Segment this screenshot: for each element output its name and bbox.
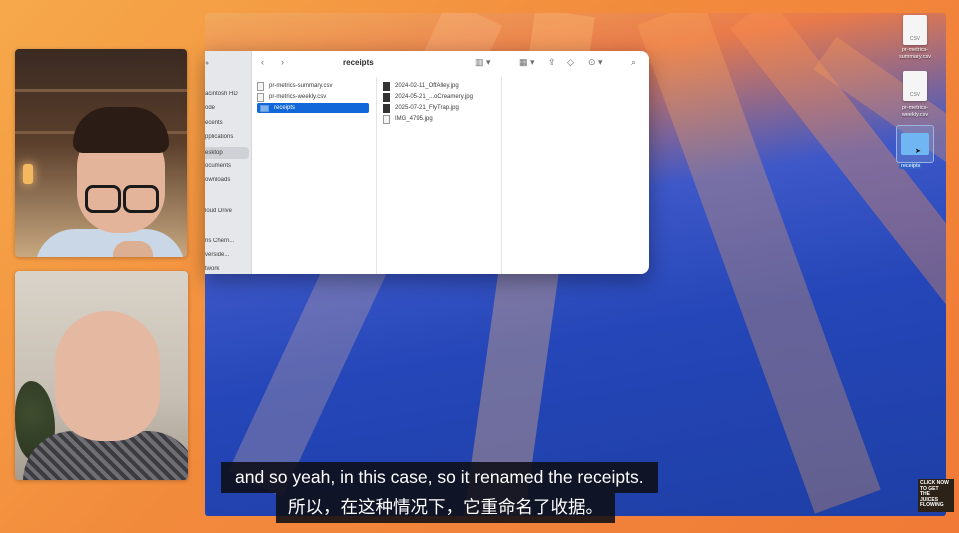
glasses-lens bbox=[123, 185, 159, 213]
document-icon bbox=[257, 92, 264, 102]
file-row[interactable]: 2025-07-21_FlyTrap.jpg bbox=[383, 103, 459, 113]
sidebar-item-home[interactable]: ode bbox=[205, 105, 249, 111]
file-row[interactable]: pr-metrics-weekly.csv bbox=[257, 92, 326, 102]
share-icon[interactable]: ⇪ bbox=[548, 57, 556, 68]
shelf bbox=[15, 89, 187, 92]
sidebar-item-riverside[interactable]: verside... bbox=[205, 252, 249, 258]
more-actions-icon[interactable]: ⊙ ▾ bbox=[588, 57, 603, 68]
sidebar-item-icloud-drive[interactable]: loud Drive bbox=[205, 208, 249, 214]
finder-column-receipts: 2024-02-11_OffAlley.jpg 2024-05-21_...oC… bbox=[377, 77, 502, 274]
search-icon[interactable]: ⌕ bbox=[631, 57, 636, 68]
file-name: IMG_4795.jpg bbox=[395, 116, 433, 122]
document-icon bbox=[257, 81, 264, 91]
file-row[interactable]: IMG_4795.jpg bbox=[383, 114, 433, 124]
file-name: receipts bbox=[274, 105, 296, 111]
file-name: pr-metrics-summary.csv bbox=[269, 83, 333, 89]
view-columns-icon[interactable]: ▥ ▾ bbox=[475, 57, 491, 68]
folder-icon bbox=[260, 104, 269, 112]
participant-body bbox=[35, 229, 185, 257]
group-icon[interactable]: ▦ ▾ bbox=[519, 57, 535, 68]
sidebar-dot: ● bbox=[205, 60, 210, 67]
finder-window: ● acintosh HD ode ecents pplications esk… bbox=[205, 51, 649, 274]
sidebar-item-applications[interactable]: pplications bbox=[205, 134, 249, 140]
file-row[interactable]: 2024-02-11_OffAlley.jpg bbox=[383, 81, 459, 91]
csv-file-icon[interactable]: CSV bbox=[903, 71, 927, 101]
participant-video-2 bbox=[15, 271, 188, 480]
sidebar-item-desktop[interactable]: esktop bbox=[205, 147, 249, 159]
sidebar-item-downloads[interactable]: ownloads bbox=[205, 177, 249, 183]
file-type-label: CSV bbox=[909, 92, 921, 98]
desktop-file-label[interactable]: pr-metrics- weekly.csv bbox=[890, 105, 940, 119]
image-icon bbox=[383, 92, 390, 102]
forward-icon[interactable]: › bbox=[281, 57, 284, 67]
image-icon bbox=[383, 103, 390, 113]
subtitle-chinese: 所以，在这种情况下，它重命名了收据。 bbox=[276, 493, 615, 523]
sidebar-item-recents[interactable]: ecents bbox=[205, 120, 249, 126]
promo-badge[interactable]: CLICK NOW TO GET THE JUICES FLOWING bbox=[918, 479, 954, 512]
finder-sidebar: ● acintosh HD ode ecents pplications esk… bbox=[205, 51, 252, 274]
desktop-file-label[interactable]: pr-metrics- summary.csv bbox=[890, 47, 940, 61]
finder-toolbar: ‹ › receipts ▥ ▾ ▦ ▾ ⇪ ◇ ⊙ ▾ ⌕ bbox=[251, 51, 649, 77]
tag-icon[interactable]: ◇ bbox=[567, 57, 574, 68]
back-icon[interactable]: ‹ bbox=[261, 57, 264, 67]
file-row[interactable]: pr-metrics-summary.csv bbox=[257, 81, 333, 91]
sidebar-item-documents[interactable]: ocuments bbox=[205, 163, 249, 169]
sidebar-item-network[interactable]: twork bbox=[205, 266, 249, 272]
document-icon bbox=[383, 114, 390, 124]
file-type-label: CSV bbox=[909, 36, 921, 42]
sidebar-item-macintosh-hd[interactable]: acintosh HD bbox=[205, 91, 249, 97]
file-name: 2025-07-21_FlyTrap.jpg bbox=[395, 105, 459, 111]
participant-face bbox=[55, 311, 160, 441]
label-line: weekly.csv bbox=[901, 112, 929, 118]
file-name: 2024-05-21_...oCreamery.jpg bbox=[395, 94, 473, 100]
csv-file-icon[interactable]: CSV bbox=[903, 15, 927, 45]
label-line: summary.csv bbox=[899, 54, 931, 60]
finder-column-desktop: pr-metrics-summary.csv pr-metrics-weekly… bbox=[251, 77, 377, 274]
glasses-lens bbox=[85, 185, 121, 213]
file-name: pr-metrics-weekly.csv bbox=[269, 94, 327, 100]
cursor-icon: ➤ bbox=[915, 148, 921, 155]
window-title: receipts bbox=[343, 58, 374, 67]
sidebar-item-shared-user[interactable]: ris Chern... bbox=[205, 238, 249, 244]
label-line: pr-metrics- bbox=[901, 105, 929, 111]
label-line: pr-metrics- bbox=[901, 47, 929, 53]
subtitle-english: and so yeah, in this case, so it renamed… bbox=[221, 462, 658, 493]
image-icon bbox=[383, 81, 390, 91]
badge-line: FLOWING bbox=[920, 502, 944, 508]
file-name: 2024-02-11_OffAlley.jpg bbox=[395, 83, 459, 89]
participant-hand bbox=[113, 241, 153, 257]
lamp bbox=[23, 164, 33, 184]
file-row-selected[interactable]: receipts bbox=[257, 103, 369, 113]
file-row[interactable]: 2024-05-21_...oCreamery.jpg bbox=[383, 92, 473, 102]
participant-hair bbox=[73, 107, 169, 153]
desktop-folder-label[interactable]: receipts bbox=[899, 163, 923, 169]
participant-video-1 bbox=[15, 49, 187, 257]
